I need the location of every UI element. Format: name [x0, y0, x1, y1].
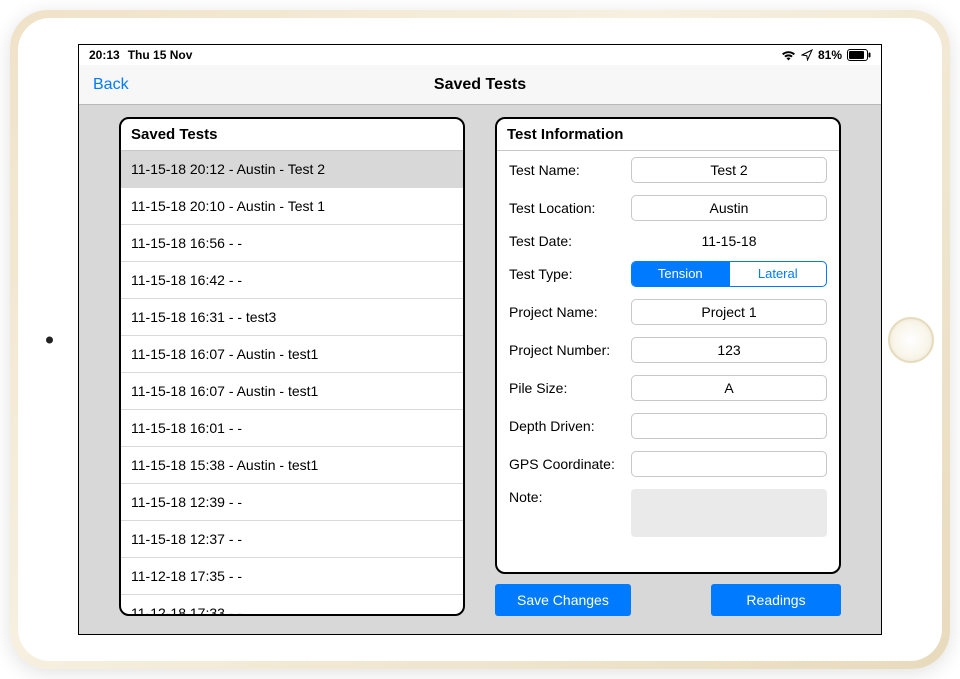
label-note: Note:: [509, 489, 621, 505]
input-project-name[interactable]: [631, 299, 827, 325]
label-test-type: Test Type:: [509, 266, 621, 282]
label-gps: GPS Coordinate:: [509, 456, 621, 472]
battery-icon: [847, 49, 871, 61]
readings-button[interactable]: Readings: [711, 584, 841, 616]
saved-test-row[interactable]: 11-12-18 17:33 - -: [121, 595, 463, 614]
saved-tests-header: Saved Tests: [121, 119, 463, 151]
nav-bar: Back Saved Tests: [79, 65, 881, 105]
input-project-number[interactable]: [631, 337, 827, 363]
saved-test-row[interactable]: 11-15-18 20:10 - Austin - Test 1: [121, 188, 463, 225]
saved-tests-panel: Saved Tests 11-15-18 20:12 - Austin - Te…: [119, 117, 465, 616]
saved-test-row[interactable]: 11-15-18 12:39 - -: [121, 484, 463, 521]
saved-test-row[interactable]: 11-15-18 16:56 - -: [121, 225, 463, 262]
segmented-test-type[interactable]: TensionLateral: [631, 261, 827, 287]
saved-test-row[interactable]: 11-15-18 16:07 - Austin - test1: [121, 373, 463, 410]
device-frame: 20:13 Thu 15 Nov 81% Back Saved Tests: [10, 10, 950, 669]
label-test-date: Test Date:: [509, 233, 621, 249]
content: Saved Tests 11-15-18 20:12 - Austin - Te…: [79, 105, 881, 634]
saved-tests-list[interactable]: 11-15-18 20:12 - Austin - Test 211-15-18…: [121, 151, 463, 614]
back-button[interactable]: Back: [79, 76, 143, 94]
wifi-icon: [781, 50, 796, 61]
saved-test-row[interactable]: 11-15-18 12:37 - -: [121, 521, 463, 558]
status-time: 20:13: [89, 48, 120, 62]
location-icon: [801, 49, 813, 61]
status-date: Thu 15 Nov: [128, 48, 193, 62]
label-pile-size: Pile Size:: [509, 380, 621, 396]
status-bar: 20:13 Thu 15 Nov 81%: [79, 45, 881, 65]
input-pile-size[interactable]: [631, 375, 827, 401]
saved-test-row[interactable]: 11-15-18 20:12 - Austin - Test 2: [121, 151, 463, 188]
input-test-location[interactable]: [631, 195, 827, 221]
saved-test-row[interactable]: 11-15-18 16:01 - -: [121, 410, 463, 447]
test-info-panel: Test Information Test Name: Test Locatio…: [495, 117, 841, 574]
label-project-name: Project Name:: [509, 304, 621, 320]
segment-tension[interactable]: Tension: [632, 262, 729, 286]
segment-lateral[interactable]: Lateral: [729, 262, 827, 286]
saved-test-row[interactable]: 11-12-18 17:35 - -: [121, 558, 463, 595]
saved-test-row[interactable]: 11-15-18 16:31 - - test3: [121, 299, 463, 336]
save-changes-button[interactable]: Save Changes: [495, 584, 631, 616]
bottom-buttons: Save Changes Readings: [495, 584, 841, 616]
test-info-header: Test Information: [497, 119, 839, 151]
test-info-form: Test Name: Test Location: Test Date: 11-…: [497, 151, 839, 572]
home-button[interactable]: [888, 317, 934, 363]
saved-test-row[interactable]: 11-15-18 15:38 - Austin - test1: [121, 447, 463, 484]
label-test-name: Test Name:: [509, 162, 621, 178]
input-depth-driven[interactable]: [631, 413, 827, 439]
input-gps[interactable]: [631, 451, 827, 477]
value-test-date: 11-15-18: [631, 233, 827, 249]
label-depth-driven: Depth Driven:: [509, 418, 621, 434]
screen: 20:13 Thu 15 Nov 81% Back Saved Tests: [78, 44, 882, 635]
status-battery: 81%: [818, 48, 842, 62]
saved-test-row[interactable]: 11-15-18 16:07 - Austin - test1: [121, 336, 463, 373]
label-project-number: Project Number:: [509, 342, 621, 358]
camera-icon: [46, 336, 53, 343]
test-info-column: Test Information Test Name: Test Locatio…: [495, 117, 841, 616]
input-note[interactable]: [631, 489, 827, 537]
device-inner: 20:13 Thu 15 Nov 81% Back Saved Tests: [18, 18, 942, 661]
label-test-location: Test Location:: [509, 200, 621, 216]
page-title: Saved Tests: [434, 76, 526, 94]
input-test-name[interactable]: [631, 157, 827, 183]
saved-test-row[interactable]: 11-15-18 16:42 - -: [121, 262, 463, 299]
